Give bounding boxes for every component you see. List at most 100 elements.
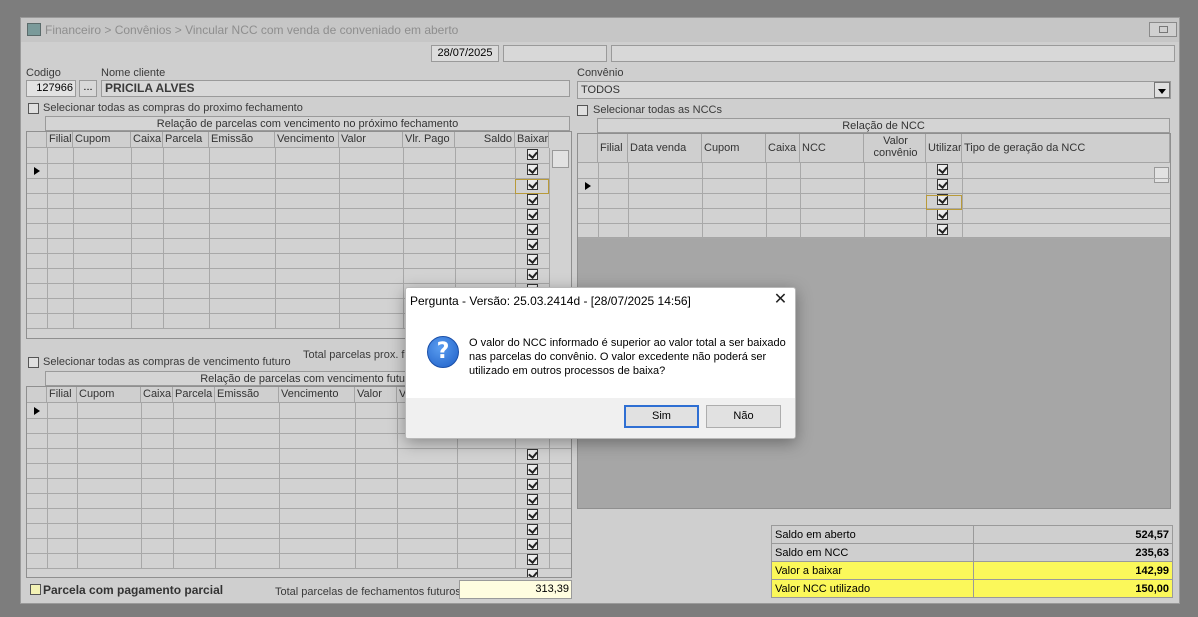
ncc-grid-scrollbar[interactable] (1154, 167, 1169, 183)
baixar-checkbox[interactable] (527, 194, 538, 205)
grid-row-line (578, 238, 1170, 239)
grid2-indicator-header (27, 387, 47, 403)
grid-col-line (864, 163, 865, 238)
sim-button[interactable]: Sim (624, 405, 699, 428)
total-future-label: Total parcelas de fechamentos futuros (275, 586, 461, 598)
select-next-checkbox[interactable] (28, 103, 39, 114)
dialog-title: Pergunta - Versão: 25.03.2414d - [28/07/… (410, 294, 691, 308)
summary-label: Saldo em aberto (771, 525, 974, 544)
ncc-indicator-header (578, 134, 598, 163)
summary-value: 235,63 (973, 543, 1173, 562)
grid2-col-emissao: Emissão (215, 387, 279, 403)
codigo-label: Codigo (26, 67, 61, 79)
grid-row-line (27, 193, 549, 194)
date-field: 28/07/2025 (431, 45, 499, 62)
grid1-col-vlr-pago: Vlr. Pago (403, 132, 455, 148)
grid2-col-valor: Valor (355, 387, 397, 403)
baixar-checkbox[interactable] (527, 149, 538, 160)
grid-col-line (355, 403, 356, 568)
grid1-col-vencimento: Vencimento (275, 132, 339, 148)
grid2-col-parcela: Parcela (173, 387, 215, 403)
window-titlebar: Financeiro > Convênios > Vincular NCC co… (21, 18, 1179, 42)
grid-row-line (27, 238, 549, 239)
grid-row-line (27, 463, 571, 464)
grid-col-line (766, 163, 767, 238)
codigo-input[interactable]: 127966 (26, 80, 76, 97)
select-future-label: Selecionar todas as compras de venciment… (43, 356, 291, 368)
grid1-col-emissao: Emissão (209, 132, 275, 148)
baixar-checkbox[interactable] (527, 554, 538, 565)
nome-label: Nome cliente (101, 67, 166, 79)
grid-col-line (73, 148, 74, 328)
grid1-indicator-header (27, 132, 47, 148)
baixar-checkbox[interactable] (937, 179, 948, 190)
convenio-dropdown-button[interactable] (1154, 82, 1170, 98)
baixar-checkbox[interactable] (527, 209, 538, 220)
select-next-label: Selecionar todas as compras do proximo f… (43, 102, 303, 114)
grid-col-line (702, 163, 703, 238)
summary-row: Valor NCC utilizado 150,00 (771, 579, 1173, 598)
baixar-checkbox[interactable] (527, 224, 538, 235)
baixar-checkbox[interactable] (527, 524, 538, 535)
focused-cell[interactable] (515, 179, 549, 194)
grid1-caption: Relação de parcelas com vencimento no pr… (45, 116, 570, 131)
summary-row: Valor a baixar 142,99 (771, 561, 1173, 580)
status-field-2 (611, 45, 1175, 62)
codigo-lookup-button[interactable]: ... (79, 80, 97, 97)
ncc-col-ncc: NCC (800, 134, 864, 163)
grid-row-line (578, 193, 1170, 194)
ncc-col-tipo-geracao: Tipo de geração da NCC (962, 134, 1170, 163)
grid-row-line (27, 478, 571, 479)
summary-row: Saldo em NCC 235,63 (771, 543, 1173, 562)
row-pointer-icon (34, 407, 40, 415)
select-ncc-label: Selecionar todas as NCCs (593, 104, 723, 116)
ncc-col-cupom: Cupom (702, 134, 766, 163)
baixar-checkbox[interactable] (527, 569, 538, 577)
baixar-checkbox[interactable] (527, 269, 538, 280)
baixar-checkbox[interactable] (527, 539, 538, 550)
nao-button[interactable]: Não (706, 405, 781, 428)
grid-col-line (47, 148, 48, 328)
grid2-col-vencimento: Vencimento (279, 387, 355, 403)
baixar-checkbox[interactable] (527, 164, 538, 175)
grid-row-line (27, 268, 549, 269)
baixar-checkbox[interactable] (527, 254, 538, 265)
baixar-checkbox[interactable] (527, 449, 538, 460)
summary-value: 524,57 (973, 525, 1173, 544)
nome-cliente-field: PRICILA ALVES (101, 80, 570, 97)
baixar-checkbox[interactable] (937, 224, 948, 235)
grid1-scrollbar[interactable] (552, 150, 569, 168)
select-ncc-checkbox[interactable] (577, 105, 588, 116)
grid-col-line (275, 148, 276, 328)
restore-button[interactable] (1149, 22, 1177, 37)
grid-row-line (27, 223, 549, 224)
select-future-checkbox[interactable] (28, 357, 39, 368)
baixar-checkbox[interactable] (937, 164, 948, 175)
baixar-checkbox[interactable] (527, 479, 538, 490)
dialog-close-button[interactable]: ✕ (764, 288, 795, 312)
summary-row: Saldo em aberto 524,57 (771, 525, 1173, 544)
grid-row-line (27, 508, 571, 509)
chevron-down-icon (1158, 89, 1166, 94)
grid-row-line (27, 253, 549, 254)
summary-label: Saldo em NCC (771, 543, 974, 562)
focused-cell[interactable] (926, 195, 962, 210)
grid1-col-caixa: Caixa (131, 132, 163, 148)
question-icon: ? (427, 336, 459, 368)
baixar-checkbox[interactable] (527, 239, 538, 250)
partial-payment-checkbox[interactable] (30, 584, 41, 595)
baixar-checkbox[interactable] (527, 494, 538, 505)
grid-col-line (279, 403, 280, 568)
baixar-checkbox[interactable] (527, 464, 538, 475)
grid-row-line (27, 568, 571, 569)
summary-table: Saldo em aberto 524,57 Saldo em NCC 235,63 V… (771, 525, 1173, 598)
baixar-checkbox[interactable] (527, 509, 538, 520)
baixar-checkbox[interactable] (937, 209, 948, 220)
grid1-col-filial: Filial (47, 132, 73, 148)
convenio-select[interactable]: TODOS (577, 81, 1171, 99)
grid-row-line (578, 178, 1170, 179)
app-icon (27, 23, 41, 36)
grid-col-line (131, 148, 132, 328)
grid-col-line (47, 403, 48, 568)
grid-row-line (27, 208, 549, 209)
